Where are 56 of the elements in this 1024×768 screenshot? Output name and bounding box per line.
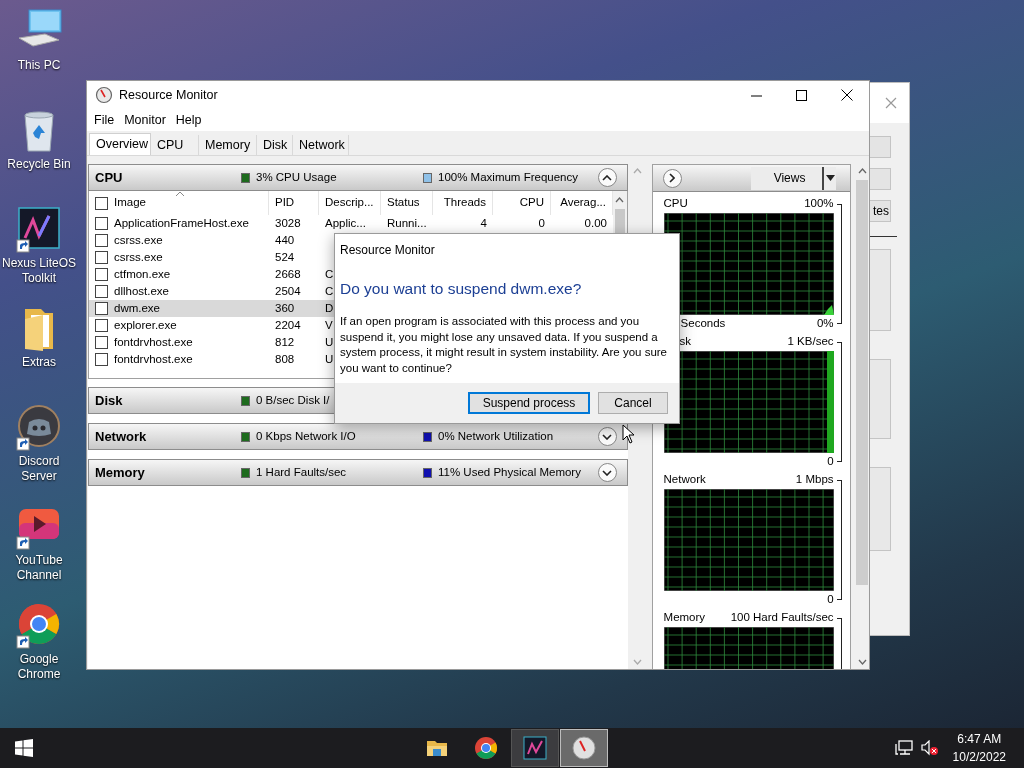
table-cell-text: 3028 [275,215,301,231]
dialog-title: Resource Monitor [339,242,436,259]
table-cell-text: csrss.exe [114,249,163,265]
stat-text: 1 Hard Faults/sec [256,464,347,480]
table-cell-text: Runni... [387,215,427,231]
table-cell-text: V [325,317,333,333]
table-cell-text: Applic... [325,215,366,231]
table-cell-text: D [325,300,334,316]
table-cell-text: 812 [275,334,295,350]
window-title: Resource Monitor [119,86,218,104]
table-cell-text: 360 [275,300,295,316]
table-cell-text: explorer.exe [114,317,177,333]
table-cell-text: C [325,266,334,282]
graph-max-label: 100% [804,196,834,212]
graph-max-label: 1 KB/sec [787,334,834,350]
dialog-heading: Do you want to suspend dwm.exe? [339,279,583,299]
table-cell-text: fontdrvhost.exe [114,334,193,350]
table-cell-text: 2204 [275,317,301,333]
section-title: CPU [95,168,123,187]
table-cell-text: 524 [275,249,295,265]
table-cell-text: U [325,334,334,350]
table-cell-text: 0 [538,215,545,231]
table-cell-text: csrss.exe [114,232,163,248]
table-cell-text: dllhost.exe [114,283,169,299]
table-cell-text: 2668 [275,266,301,282]
table-cell-text: 440 [275,232,295,248]
table-cell-text: 0.00 [584,215,607,231]
stat-text: 0 Kbps Network I/O [256,428,356,444]
section-title: Disk [95,391,123,410]
stat-text: 11% Used Physical Memory [438,464,581,480]
stat-text: 0 B/sec Disk I/ [256,392,330,408]
table-cell-text: 4 [480,215,487,231]
section-title: Network [95,427,147,446]
table-cell-text: C [325,283,334,299]
stat-text: 0% Network Utilization [438,428,554,444]
graph-min-label: 0 [827,454,834,470]
graph-time-label: Seconds [679,316,726,332]
graph-min-label: 0% [816,316,834,332]
section-title: Memory [95,463,145,482]
table-cell-text: 808 [275,351,295,367]
dialog-message: If an open program is associated with this process and you suspend it, you might lose any unsaved data. If you suspend a system process, it might result in system instability. Are you sure you want to continue? [339,314,668,376]
graph-min-label: 0 [827,592,834,608]
table-cell-text: fontdrvhost.exe [114,351,193,367]
graph-title: CPU [663,196,688,212]
stat-text: 3% CPU Usage [256,169,337,185]
table-cell-text: 2504 [275,283,301,299]
graph-title: Network [663,472,706,488]
table-cell-text: ApplicationFrameHost.exe [114,215,249,231]
graph-title: sk [678,334,692,350]
table-cell-text: U [325,351,334,367]
table-cell-text: dwm.exe [114,300,161,316]
table-cell-text: ctfmon.exe [114,266,171,282]
stat-text: 100% Maximum Frequency [438,169,578,185]
graph-max-label: 100 Hard Faults/sec [730,610,834,626]
graph-max-label: 1 Mbps [795,472,834,488]
graph-title: Memory [663,610,706,626]
